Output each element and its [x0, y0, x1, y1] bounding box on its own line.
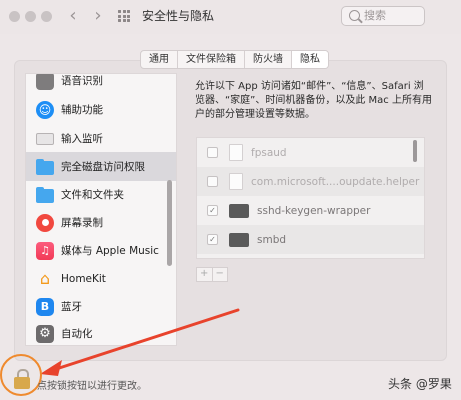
- tab-bar: 通用 文件保险箱 防火墙 隐私: [140, 50, 329, 69]
- tab-filevault[interactable]: 文件保险箱: [178, 51, 245, 68]
- arrow-shaft: [48, 308, 240, 373]
- tab-general[interactable]: 通用: [141, 51, 178, 68]
- tab-firewall[interactable]: 防火墙: [245, 51, 292, 68]
- watermark: 头条 @罗果: [388, 377, 452, 391]
- arrow-head: [40, 360, 62, 376]
- tab-privacy[interactable]: 隐私: [292, 51, 328, 68]
- lock-instruction-text: 点按锁按钮以进行更改。: [37, 381, 147, 392]
- lock-highlight-circle: [0, 354, 42, 396]
